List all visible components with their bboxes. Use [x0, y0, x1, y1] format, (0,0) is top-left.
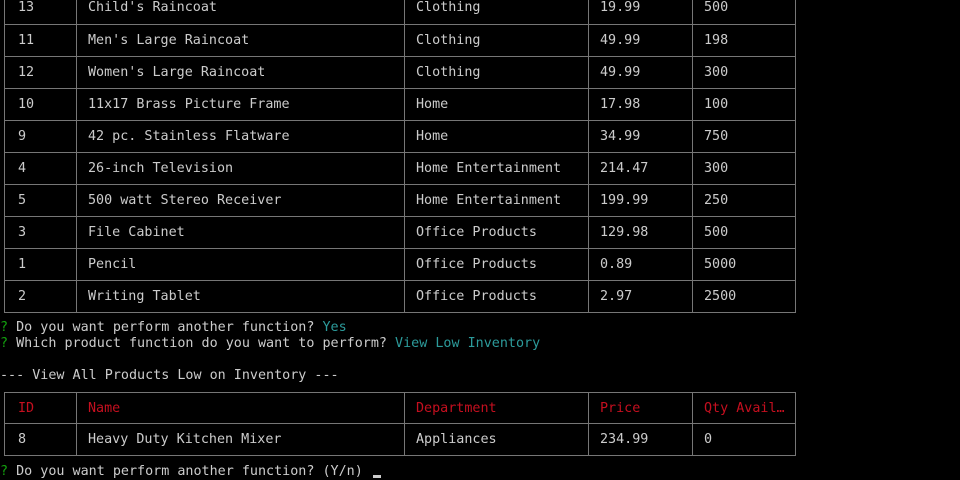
cell-id: 10 — [4, 89, 76, 120]
cell-department: Office Products — [404, 249, 588, 280]
cell-id: 1 — [4, 249, 76, 280]
cell-name: Child's Raincoat — [76, 0, 404, 24]
cell-id: 3 — [4, 217, 76, 248]
terminal-window[interactable]: 13 Child's Raincoat Clothing 19.99 500 1… — [0, 0, 960, 480]
cell-name: Writing Tablet — [76, 281, 404, 312]
prompt-line-which-function: ? Which product function do you want to … — [0, 336, 540, 352]
header-department: Department — [404, 393, 588, 423]
header-id: ID — [4, 393, 76, 423]
cell-price: 234.99 — [588, 424, 692, 455]
prompt-answer: Yes — [322, 320, 347, 335]
cell-qty: 500 — [692, 0, 796, 24]
text-cursor[interactable] — [372, 475, 381, 478]
cell-id: 13 — [4, 0, 76, 24]
cell-price: 199.99 — [588, 185, 692, 216]
cell-department: Office Products — [404, 281, 588, 312]
cell-price: 129.98 — [588, 217, 692, 248]
table-row: 5 500 watt Stereo Receiver Home Entertai… — [4, 185, 796, 217]
cell-department: Clothing — [404, 25, 588, 56]
prompt-line-another-function: ? Do you want perform another function? … — [0, 320, 347, 336]
table-row: 2 Writing Tablet Office Products 2.97 25… — [4, 281, 796, 313]
prompt-line-final[interactable]: ? Do you want perform another function? … — [0, 464, 381, 480]
cell-id: 2 — [4, 281, 76, 312]
cell-name: File Cabinet — [76, 217, 404, 248]
cell-price: 214.47 — [588, 153, 692, 184]
cell-price: 17.98 — [588, 89, 692, 120]
cell-id: 9 — [4, 121, 76, 152]
table-row: 8 Heavy Duty Kitchen Mixer Appliances 23… — [4, 424, 796, 456]
cell-name: Women's Large Raincoat — [76, 57, 404, 88]
cell-name: 500 watt Stereo Receiver — [76, 185, 404, 216]
products-table: 13 Child's Raincoat Clothing 19.99 500 1… — [4, 0, 796, 313]
prompt-question: Do you want perform another function? — [16, 320, 315, 335]
low-inventory-table: ID Name Department Price Qty Avail… 8 He… — [4, 392, 796, 456]
header-price: Price — [588, 393, 692, 423]
prompt-question: Do you want perform another function? — [16, 464, 315, 479]
table-row: 1 Pencil Office Products 0.89 5000 — [4, 249, 796, 281]
cell-department: Clothing — [404, 57, 588, 88]
prompt-marker: ? — [0, 320, 9, 335]
cell-id: 8 — [4, 424, 76, 455]
cell-department: Office Products — [404, 217, 588, 248]
cell-name: Heavy Duty Kitchen Mixer — [76, 424, 404, 455]
cell-department: Home Entertainment — [404, 153, 588, 184]
prompt-marker: ? — [0, 464, 9, 479]
cell-name: Pencil — [76, 249, 404, 280]
cell-price: 34.99 — [588, 121, 692, 152]
cell-qty: 250 — [692, 185, 796, 216]
cell-qty: 100 — [692, 89, 796, 120]
cell-qty: 5000 — [692, 249, 796, 280]
cell-name: Men's Large Raincoat — [76, 25, 404, 56]
table-row: 9 42 pc. Stainless Flatware Home 34.99 7… — [4, 121, 796, 153]
cell-department: Home — [404, 121, 588, 152]
prompt-question: Which product function do you want to pe… — [16, 336, 387, 351]
header-qty: Qty Avail… — [692, 393, 796, 423]
prompt-marker: ? — [0, 336, 9, 351]
table-header-row: ID Name Department Price Qty Avail… — [4, 392, 796, 424]
table-row: 13 Child's Raincoat Clothing 19.99 500 — [4, 0, 796, 25]
cell-id: 4 — [4, 153, 76, 184]
table-row: 4 26-inch Television Home Entertainment … — [4, 153, 796, 185]
prompt-hint: (Y/n) — [322, 464, 363, 479]
table-row: 10 11x17 Brass Picture Frame Home 17.98 … — [4, 89, 796, 121]
cell-department: Home Entertainment — [404, 185, 588, 216]
cell-id: 12 — [4, 57, 76, 88]
cell-qty: 500 — [692, 217, 796, 248]
table-row: 3 File Cabinet Office Products 129.98 50… — [4, 217, 796, 249]
table-row: 12 Women's Large Raincoat Clothing 49.99… — [4, 57, 796, 89]
cell-price: 49.99 — [588, 57, 692, 88]
cell-name: 11x17 Brass Picture Frame — [76, 89, 404, 120]
cell-department: Appliances — [404, 424, 588, 455]
cell-price: 19.99 — [588, 0, 692, 24]
cell-qty: 300 — [692, 57, 796, 88]
cell-price: 49.99 — [588, 25, 692, 56]
cell-qty: 2500 — [692, 281, 796, 312]
cell-id: 5 — [4, 185, 76, 216]
cell-name: 26-inch Television — [76, 153, 404, 184]
cell-name: 42 pc. Stainless Flatware — [76, 121, 404, 152]
cell-qty: 198 — [692, 25, 796, 56]
table-row: 11 Men's Large Raincoat Clothing 49.99 1… — [4, 25, 796, 57]
cell-qty: 300 — [692, 153, 796, 184]
cell-department: Home — [404, 89, 588, 120]
cell-price: 2.97 — [588, 281, 692, 312]
prompt-answer: View Low Inventory — [395, 336, 541, 351]
cell-id: 11 — [4, 25, 76, 56]
cell-department: Clothing — [404, 0, 588, 24]
cell-qty: 750 — [692, 121, 796, 152]
cell-qty: 0 — [692, 424, 796, 455]
cell-price: 0.89 — [588, 249, 692, 280]
section-heading: --- View All Products Low on Inventory -… — [0, 368, 339, 383]
header-name: Name — [76, 393, 404, 423]
